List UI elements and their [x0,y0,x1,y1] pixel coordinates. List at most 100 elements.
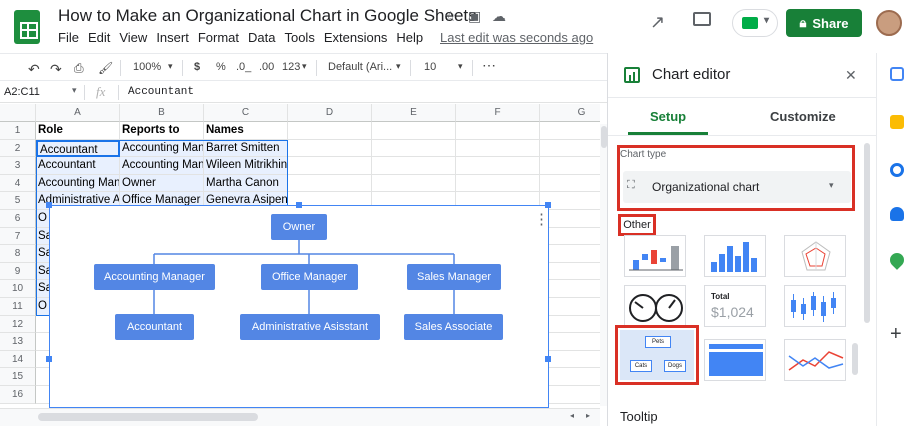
gauge-chart-thumb[interactable] [624,285,686,327]
zoom-select[interactable]: 100% [133,61,161,73]
resize-handle[interactable] [545,356,551,362]
row-header[interactable]: 13 [0,333,36,351]
table-cell[interactable] [288,122,372,140]
row-header[interactable]: 3 [0,157,36,175]
tab-customize[interactable]: Customize [770,109,836,124]
close-icon[interactable]: ✕ [845,67,857,84]
menu-format[interactable]: Format [198,30,239,45]
chart-type-select[interactable]: ⛶ Organizational chart ▾ [623,171,851,203]
row-header[interactable]: 4 [0,174,36,193]
menu-edit[interactable]: Edit [88,30,110,45]
row-header[interactable]: 16 [0,386,36,404]
paint-format-icon[interactable]: 🖌︎ [98,61,113,75]
redo-icon[interactable]: ↷ [50,61,62,78]
column-header[interactable]: G [540,104,600,122]
contacts-icon[interactable] [890,207,904,221]
comment-history-icon[interactable] [693,12,711,26]
table-cell[interactable]: Accounting Mana [36,174,120,193]
table-cell[interactable] [456,174,540,193]
org-chart-thumb[interactable]: Pets Cats Dogs [615,325,699,385]
resize-handle[interactable] [296,202,302,208]
table-cell[interactable]: Accountant [36,157,120,175]
table-cell[interactable] [540,157,600,175]
table-cell[interactable] [288,139,372,158]
table-chart-thumb[interactable] [704,339,766,381]
scroll-left-icon[interactable]: ◂ [570,411,574,420]
table-cell[interactable]: Reports to [120,122,204,140]
table-cell[interactable]: Accountant [36,139,120,158]
column-header[interactable]: F [456,104,540,122]
maps-icon[interactable] [887,250,907,270]
row-header[interactable]: 14 [0,350,36,369]
name-box[interactable]: A2:C11 [4,86,40,98]
move-folder-icon[interactable]: ▣ [468,8,481,25]
sheets-logo[interactable] [14,10,40,44]
table-cell[interactable]: Role [36,122,120,140]
radar-chart-thumb[interactable] [784,235,846,277]
table-cell[interactable] [288,174,372,193]
row-header[interactable]: 2 [0,139,36,158]
table-cell[interactable] [456,139,540,158]
row-header[interactable]: 8 [0,245,36,263]
column-header[interactable]: B [120,104,204,122]
calendar-icon[interactable] [890,67,904,81]
table-cell[interactable] [372,157,456,175]
cloud-status-icon[interactable]: ☁ [492,8,506,25]
formula-input[interactable]: Accountant [128,86,194,98]
resize-handle[interactable] [46,356,52,362]
org-node-owner[interactable]: Owner [271,214,327,240]
table-cell[interactable] [540,140,600,158]
avatar[interactable] [876,10,902,36]
table-cell[interactable]: Names [204,122,288,140]
candlestick-chart-thumb[interactable] [784,285,846,327]
undo-icon[interactable]: ↶ [28,61,40,78]
font-size-select[interactable]: 10 [424,61,436,73]
column-header[interactable]: A [36,104,120,122]
font-select[interactable]: Default (Ari... [328,61,392,73]
org-node-administrative-assistant[interactable]: Administrative Asisstant [240,314,380,340]
waterfall-chart-thumb[interactable] [624,235,686,277]
row-header[interactable]: 9 [0,262,36,281]
scorecard-chart-thumb[interactable]: Total $1,024 [704,285,766,327]
menu-help[interactable]: Help [396,30,423,45]
histogram-chart-thumb[interactable] [704,235,766,277]
decrease-decimal-button[interactable]: .0_ [236,61,251,73]
org-chart[interactable]: Owner Accounting Manager Office Manager … [46,202,551,408]
row-header[interactable]: 10 [0,280,36,298]
tasks-icon[interactable] [890,163,904,177]
increase-decimal-button[interactable]: .00 [259,61,274,73]
table-cell[interactable]: Martha Canon [204,174,288,193]
star-icon[interactable]: ☆ [444,8,457,25]
table-cell[interactable] [540,175,600,193]
row-header[interactable]: 5 [0,192,36,210]
thumbs-scrollbar[interactable] [852,343,858,375]
menu-extensions[interactable]: Extensions [324,30,388,45]
table-cell[interactable] [456,122,540,140]
scroll-right-icon[interactable]: ▸ [586,411,590,420]
column-header[interactable]: E [372,104,456,122]
row-header[interactable]: 7 [0,227,36,246]
menu-tools[interactable]: Tools [284,30,314,45]
resize-handle[interactable] [46,202,52,208]
org-node-sales-associate[interactable]: Sales Associate [404,314,503,340]
currency-button[interactable]: $ [194,61,200,73]
row-header[interactable]: 12 [0,315,36,334]
table-cell[interactable] [372,174,456,193]
menu-data[interactable]: Data [248,30,275,45]
more-options-icon[interactable]: ⋯ [482,57,496,74]
share-button[interactable]: 🔒︎ Share [786,9,862,37]
menu-view[interactable]: View [119,30,147,45]
org-node-accountant[interactable]: Accountant [115,314,194,340]
row-header[interactable]: 15 [0,368,36,386]
tab-setup[interactable]: Setup [650,109,686,124]
resize-handle[interactable] [545,202,551,208]
add-addon-icon[interactable]: + [890,323,902,346]
org-node-office-manager[interactable]: Office Manager [261,264,358,290]
table-cell[interactable] [372,122,456,140]
table-cell[interactable] [456,157,540,175]
table-cell[interactable]: Owner [120,174,204,193]
org-node-accounting-manager[interactable]: Accounting Manager [94,264,215,290]
column-header[interactable]: D [288,104,372,122]
menu-file[interactable]: File [58,30,79,45]
table-cell[interactable]: Barret Smitten [204,139,288,158]
